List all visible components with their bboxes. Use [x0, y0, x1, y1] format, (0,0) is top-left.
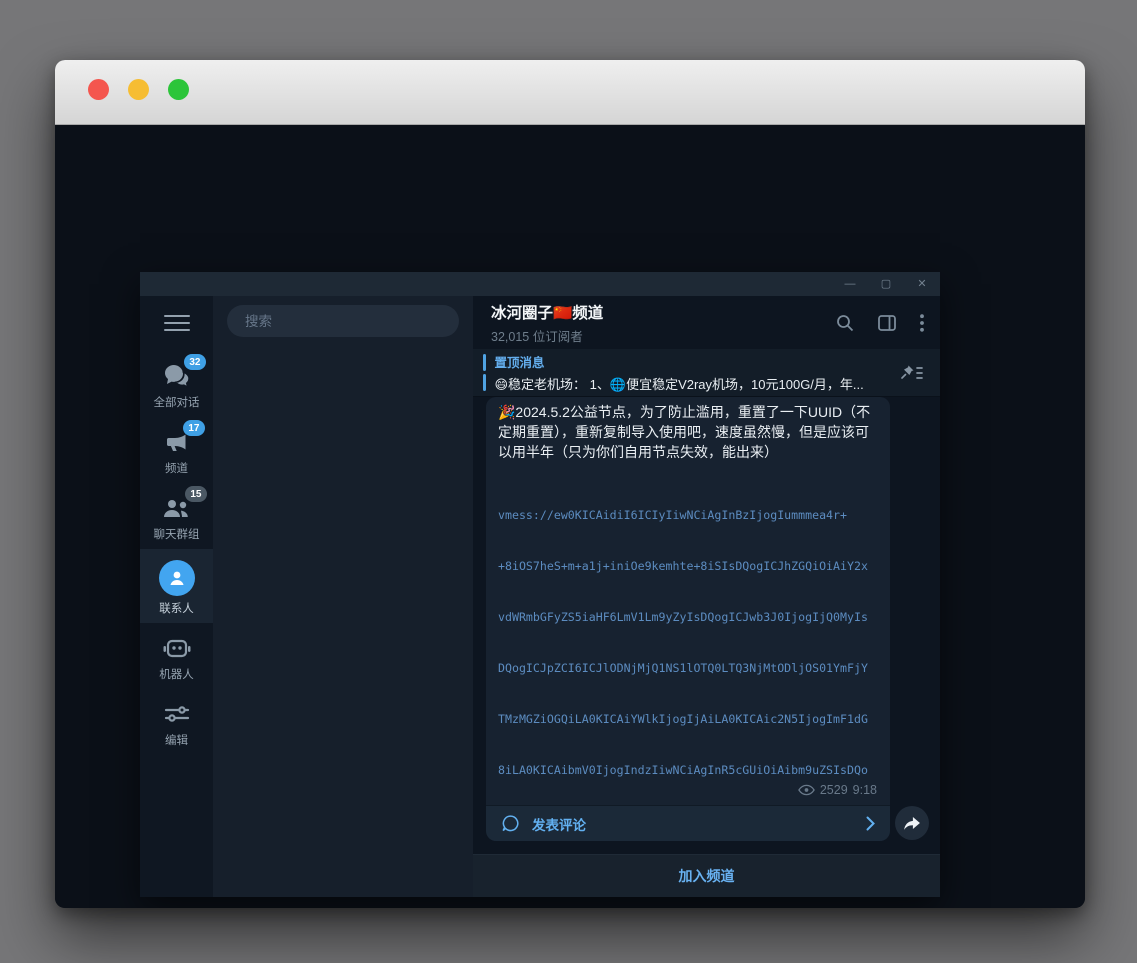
desktop-background: — ▢ ✕ [55, 125, 1085, 907]
code-line: vmess://ew0KICAidiI6ICIyIiwNCiAgInBzIjog… [498, 507, 876, 524]
pinned-accent-bars [483, 354, 486, 391]
macos-window: — ▢ ✕ [55, 60, 1085, 908]
views-eye-icon [798, 784, 815, 796]
sidebar-item-edit[interactable]: 编辑 [140, 689, 213, 755]
minimize-icon[interactable]: — [832, 272, 868, 296]
maximize-icon[interactable]: ▢ [868, 272, 904, 296]
chat-list-panel [213, 296, 473, 897]
chat-header[interactable]: 冰河圈子🇨🇳频道 32,015 位订阅者 [473, 296, 940, 349]
comment-bar[interactable]: 发表评论 [486, 805, 890, 841]
unread-badge: 32 [184, 354, 205, 370]
comment-bubble-icon [501, 814, 520, 833]
close-icon[interactable]: ✕ [904, 272, 940, 296]
search-input[interactable] [227, 305, 459, 337]
toggle-sidebar-icon[interactable] [878, 315, 896, 331]
message-time: 9:18 [853, 783, 877, 797]
message-meta: 2529 9:18 [798, 783, 877, 797]
pinned-message-bar[interactable]: 置顶消息 😄稳定老机场： 1、🌐便宜稳定V2ray机场，10元100G/月，年.… [473, 349, 940, 397]
sidebar-item-label: 全部对话 [154, 394, 200, 410]
chevron-right-icon [866, 816, 875, 831]
code-line: DQogICJpZCI6ICJlODNjMjQ1NS1lOTQ0LTQ3NjMt… [498, 660, 876, 677]
sidebar-item-label: 联系人 [159, 600, 194, 616]
nav-sidebar: 32 全部对话 17 频道 [140, 296, 213, 897]
sidebar-item-label: 编辑 [165, 732, 188, 748]
pinned-label: 置顶消息 [495, 352, 901, 371]
message-paragraph: 🎉2024.5.2公益节点，为了防止滥用，重置了一下UUID（不定期重置），重新… [498, 402, 876, 462]
join-channel-label: 加入频道 [679, 866, 735, 886]
telegram-window: — ▢ ✕ [140, 272, 940, 897]
sidebar-item-contacts[interactable]: 联系人 [140, 549, 213, 623]
zoom-traffic-light[interactable] [168, 79, 189, 100]
macos-titlebar [55, 60, 1085, 125]
search-icon[interactable] [836, 314, 854, 332]
subscriber-count: 32,015 位订阅者 [491, 326, 836, 345]
channel-message-bubble: 🎉2024.5.2公益节点，为了防止滥用，重置了一下UUID（不定期重置），重新… [486, 397, 890, 841]
kebab-menu-icon[interactable] [920, 314, 924, 332]
robot-icon [162, 636, 192, 660]
sidebar-item-label: 频道 [165, 460, 188, 476]
close-traffic-light[interactable] [88, 79, 109, 100]
share-button[interactable] [895, 806, 929, 840]
sidebar-item-groups[interactable]: 15 聊天群组 [140, 483, 213, 549]
sidebar-item-bots[interactable]: 机器人 [140, 623, 213, 689]
channel-title: 冰河圈子🇨🇳频道 [491, 301, 836, 323]
message-history: 🎉2024.5.2公益节点，为了防止滥用，重置了一下UUID（不定期重置），重新… [473, 397, 940, 854]
code-line: vdWRmbGFyZS5iaHF6LmV1Lm9yZyIsDQogICJwb3J… [498, 609, 876, 626]
code-line: TMzMGZiOGQiLA0KICAiYWlkIjogIjAiLA0KICAic… [498, 711, 876, 728]
sidebar-item-label: 聊天群组 [154, 526, 200, 542]
minimize-traffic-light[interactable] [128, 79, 149, 100]
sidebar-item-all-chats[interactable]: 32 全部对话 [140, 351, 213, 417]
telegram-titlebar: — ▢ ✕ [140, 272, 940, 296]
unread-badge: 15 [185, 486, 206, 502]
unread-badge: 17 [183, 420, 204, 436]
view-count: 2529 [820, 783, 848, 797]
code-line: +8iOS7heS+m+a1j+iniOe9kemhte+8iSIsDQogIC… [498, 558, 876, 575]
sliders-icon [163, 704, 191, 724]
code-line: 8iLA0KICAibmV0IjogIndzIiwNCiAgInR5cGUiOi… [498, 762, 876, 779]
sidebar-item-label: 机器人 [159, 666, 194, 682]
chat-panel: 冰河圈子🇨🇳频道 32,015 位订阅者 [473, 296, 940, 897]
contacts-avatar-icon [159, 560, 195, 596]
sidebar-item-channels[interactable]: 17 频道 [140, 417, 213, 483]
forward-arrow-icon [902, 814, 922, 832]
hamburger-menu-icon[interactable] [164, 311, 190, 335]
comment-label: 发表评论 [532, 814, 866, 834]
pin-list-icon[interactable] [900, 364, 924, 382]
pinned-preview: 😄稳定老机场： 1、🌐便宜稳定V2ray机场，10元100G/月，年... [495, 374, 901, 393]
join-channel-bar[interactable]: 加入频道 [473, 854, 940, 897]
